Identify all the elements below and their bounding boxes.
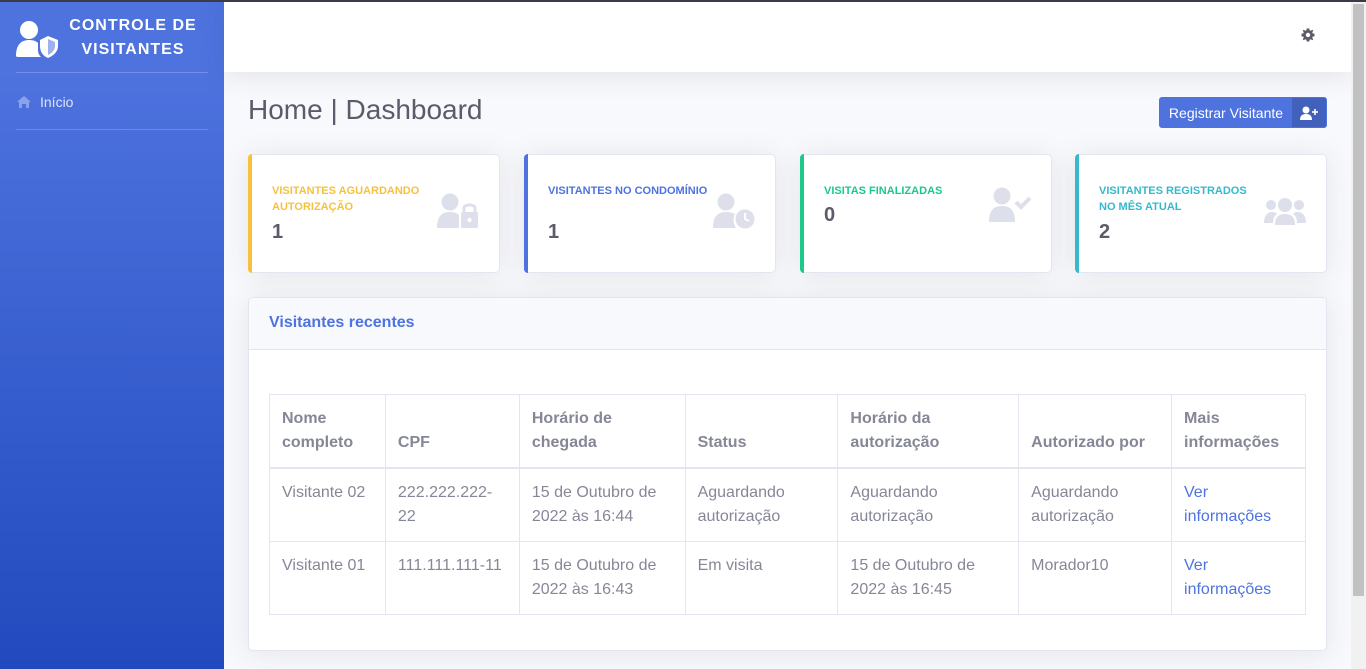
card-title: VISITAS FINALIZADAS bbox=[824, 185, 943, 197]
card-value: 2 bbox=[1099, 221, 1111, 243]
recent-visitors-title: Visitantes recentes bbox=[269, 314, 415, 331]
cell-authorized-by: Morador10 bbox=[1018, 541, 1173, 615]
brand-title: CONTROLE DE VISITANTES bbox=[69, 17, 197, 58]
user-check-icon bbox=[989, 187, 1031, 222]
register-visitor-label: Registrar Visitante bbox=[1168, 104, 1284, 121]
table-row: Visitante 01 111.111.111-11 15 de Outubr… bbox=[269, 541, 1306, 615]
table-header-row: Nome completo CPF Horário de chegada Sta… bbox=[269, 394, 1306, 469]
column-header: Autorizado por bbox=[1018, 394, 1173, 469]
user-shield-icon bbox=[16, 21, 58, 58]
card-title: VISITANTES NO CONDOMÍNIO bbox=[548, 185, 708, 197]
card-awaiting-authorization: VISITANTES AGUARDANDO AUTORIZAÇÃO 1 bbox=[248, 154, 500, 273]
card-value: 0 bbox=[824, 204, 836, 226]
cell-authorization-time: Aguardando autorização bbox=[837, 467, 1020, 542]
cell-arrival-time: 15 de Outubro de 2022 às 16:44 bbox=[518, 467, 686, 542]
topbar bbox=[224, 2, 1351, 72]
cell-more-info: Ver informações bbox=[1171, 541, 1306, 615]
card-visitors-in-condo: VISITANTES NO CONDOMÍNIO 1 bbox=[524, 154, 776, 273]
card-accent-bar bbox=[248, 154, 252, 273]
gear-icon[interactable] bbox=[1301, 28, 1315, 42]
cell-cpf: 222.222.222-22 bbox=[384, 467, 520, 542]
sidebar-divider bbox=[16, 129, 208, 130]
user-clock-icon bbox=[713, 193, 755, 229]
card-finished-visits: VISITAS FINALIZADAS 0 bbox=[800, 154, 1052, 273]
sidebar-item-inicio[interactable]: Início bbox=[16, 90, 73, 114]
scrollbar-thumb[interactable] bbox=[1353, 4, 1364, 596]
card-title: VISITANTES REGISTRADOS NO MÊS ATUAL bbox=[1099, 185, 1247, 213]
recent-visitors-table: Nome completo CPF Horário de chegada Sta… bbox=[269, 394, 1306, 615]
cell-authorization-time: 15 de Outubro de 2022 às 16:45 bbox=[837, 541, 1020, 615]
view-info-link[interactable]: Ver informações bbox=[1184, 484, 1271, 525]
cell-cpf: 111.111.111-11 bbox=[384, 541, 520, 615]
recent-visitors-header: Visitantes recentes bbox=[249, 298, 1326, 350]
user-plus-icon bbox=[1300, 106, 1318, 120]
cell-name: Visitante 01 bbox=[269, 541, 386, 615]
sidebar-divider bbox=[16, 72, 208, 73]
cell-authorized-by: Aguardando autorização bbox=[1018, 467, 1173, 542]
sidebar: CONTROLE DE VISITANTES Início bbox=[0, 2, 224, 669]
table-row: Visitante 02 222.222.222-22 15 de Outubr… bbox=[269, 467, 1306, 542]
card-accent-bar bbox=[524, 154, 528, 273]
card-accent-bar bbox=[1075, 154, 1079, 273]
view-info-link[interactable]: Ver informações bbox=[1184, 557, 1271, 598]
card-registered-this-month: VISITANTES REGISTRADOS NO MÊS ATUAL 2 bbox=[1075, 154, 1327, 273]
card-value: 1 bbox=[548, 221, 560, 243]
column-header: Status bbox=[684, 394, 839, 469]
user-lock-icon bbox=[437, 193, 478, 228]
column-header: Nome completo bbox=[269, 394, 386, 469]
users-icon bbox=[1264, 198, 1306, 225]
recent-visitors-card: Visitantes recentes Nome completo CPF Ho… bbox=[248, 297, 1327, 651]
page-title: Home | Dashboard bbox=[248, 94, 483, 125]
cell-more-info: Ver informações bbox=[1171, 467, 1306, 542]
sidebar-item-label: Início bbox=[40, 94, 74, 110]
cell-name: Visitante 02 bbox=[269, 467, 386, 542]
home-icon bbox=[17, 96, 31, 108]
register-visitor-button[interactable]: Registrar Visitante bbox=[1159, 97, 1327, 128]
card-value: 1 bbox=[272, 221, 284, 243]
cell-status: Aguardando autorização bbox=[684, 467, 839, 542]
cell-status: Em visita bbox=[684, 541, 839, 615]
sidebar-brand[interactable]: CONTROLE DE VISITANTES bbox=[0, 2, 224, 72]
cell-arrival-time: 15 de Outubro de 2022 às 16:43 bbox=[518, 541, 686, 615]
column-header: Horário de chegada bbox=[518, 394, 686, 469]
card-title: VISITANTES AGUARDANDO AUTORIZAÇÃO bbox=[272, 185, 420, 213]
window-top-border bbox=[0, 0, 1366, 2]
column-header: CPF bbox=[384, 394, 520, 469]
column-header: Horário da autorização bbox=[837, 394, 1020, 469]
card-accent-bar bbox=[800, 154, 804, 273]
column-header: Mais informações bbox=[1171, 394, 1306, 469]
